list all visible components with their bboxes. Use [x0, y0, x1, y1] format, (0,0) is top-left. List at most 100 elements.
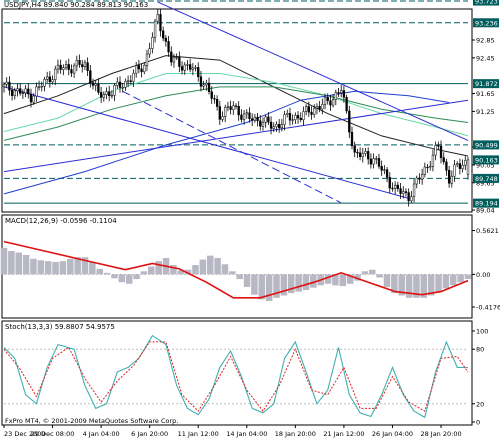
candle-body: [132, 72, 135, 82]
candle-body: [261, 122, 265, 127]
candle-body: [383, 169, 386, 171]
chart-window: USDJPY,H4 89.840 90.284 89.813 90.163 92…: [0, 0, 500, 439]
candle-body: [453, 164, 456, 177]
stoch-tick-label: 80: [476, 346, 484, 354]
candle-body: [16, 88, 19, 92]
price-tag-label: 89.748: [475, 175, 498, 183]
candle-body: [304, 106, 308, 112]
price-tag-label: 89.194: [475, 200, 498, 208]
candle-body: [267, 116, 270, 123]
macd-bar: [464, 274, 472, 280]
candle-body: [207, 82, 211, 92]
candle-body: [399, 188, 402, 194]
candle-body: [226, 106, 230, 108]
time-tick-label: 18 Jan 20:00: [275, 430, 316, 438]
candle-body: [296, 115, 300, 119]
candle-body: [48, 76, 52, 83]
time-tick-label: 29 Dec 08:00: [31, 430, 75, 438]
candle-body: [423, 166, 426, 175]
macd-pane: MACD(12,26,9) -0.0596 -0.1104 0.5621 0.00…: [0, 214, 500, 319]
macd-bar: [118, 274, 126, 283]
candle-body: [124, 81, 127, 88]
candle-body: [242, 113, 246, 120]
macd-bar: [361, 271, 369, 275]
candle-body: [310, 111, 313, 115]
macd-bar: [96, 268, 104, 275]
macd-bar: [339, 274, 347, 287]
candle-body: [105, 91, 108, 95]
candle-body: [321, 104, 324, 110]
candle-body: [294, 115, 297, 120]
candle-body: [407, 192, 410, 202]
candle-body: [116, 81, 119, 86]
candle-body: [24, 88, 27, 94]
candle-body: [275, 124, 278, 128]
candle-body: [202, 84, 205, 87]
candle-body: [337, 92, 340, 94]
price-tag-label: 93.723: [475, 0, 498, 6]
macd-bar: [59, 261, 67, 275]
candle-body: [334, 92, 337, 100]
macd-bar: [15, 252, 22, 275]
macd-bar: [302, 274, 310, 291]
candle-body: [137, 65, 141, 70]
candle-body: [183, 64, 186, 71]
price-tick-label: 91.65: [476, 90, 495, 98]
candle-body: [232, 105, 235, 110]
candle-body: [29, 93, 33, 103]
candle-body: [461, 164, 464, 169]
candle-body: [21, 92, 25, 94]
candle-body: [291, 119, 294, 121]
candle-body: [199, 76, 203, 87]
candle-body: [32, 95, 35, 103]
macd-tick-label: 0.00: [476, 271, 490, 279]
candle-body: [221, 116, 224, 120]
price-tag-label: 93.236: [475, 19, 498, 27]
price-pane: USDJPY,H4 89.840 90.284 89.813 90.163 92…: [1, 0, 499, 215]
candle-body: [458, 163, 462, 169]
macd-bar: [170, 265, 177, 275]
candle-body: [420, 174, 424, 180]
stoch-title: Stoch(13,3,3) 59.8807 54.9575: [5, 323, 115, 331]
candle-body: [434, 145, 437, 156]
macd-bar: [22, 254, 30, 275]
candle-body: [264, 116, 267, 123]
price-tag-label: 90.163: [475, 156, 498, 164]
candle-body: [167, 41, 170, 53]
macd-bar: [383, 274, 391, 287]
candle-body: [121, 87, 124, 89]
candle-body: [205, 82, 208, 86]
stoch-pane: Stoch(13,3,3) 59.8807 54.9575 FxPro MT4,…: [1, 320, 488, 427]
macd-bar: [8, 250, 15, 275]
macd-bar: [295, 274, 302, 292]
macd-bar: [457, 274, 464, 283]
candle-body: [307, 106, 310, 113]
candle-body: [51, 79, 54, 83]
macd-title: MACD(12,26,9) -0.0596 -0.1104: [5, 217, 117, 225]
candle-body: [37, 86, 41, 88]
macd-bar: [214, 258, 221, 275]
candle-body: [385, 169, 389, 178]
candle-body: [145, 53, 149, 66]
candle-body: [345, 97, 348, 112]
candle-body: [456, 163, 459, 166]
macd-bar: [405, 274, 413, 298]
candle-body: [442, 157, 445, 163]
candle-body: [342, 90, 346, 98]
candle-body: [404, 191, 408, 193]
candle-body: [224, 107, 227, 117]
candle-body: [188, 64, 192, 70]
candle-body: [283, 114, 286, 125]
candle-body: [102, 94, 105, 98]
time-tick-label: 4 Jan 04:00: [83, 430, 120, 438]
candle-body: [375, 158, 378, 160]
candle-body: [99, 92, 103, 98]
macd-bar: [442, 274, 450, 289]
candle-body: [402, 191, 405, 194]
candle-body: [164, 37, 168, 42]
candle-body: [380, 166, 383, 171]
candle-body: [72, 65, 76, 74]
candle-body: [326, 96, 329, 101]
candle-body: [269, 121, 273, 129]
macd-bar: [155, 261, 162, 275]
